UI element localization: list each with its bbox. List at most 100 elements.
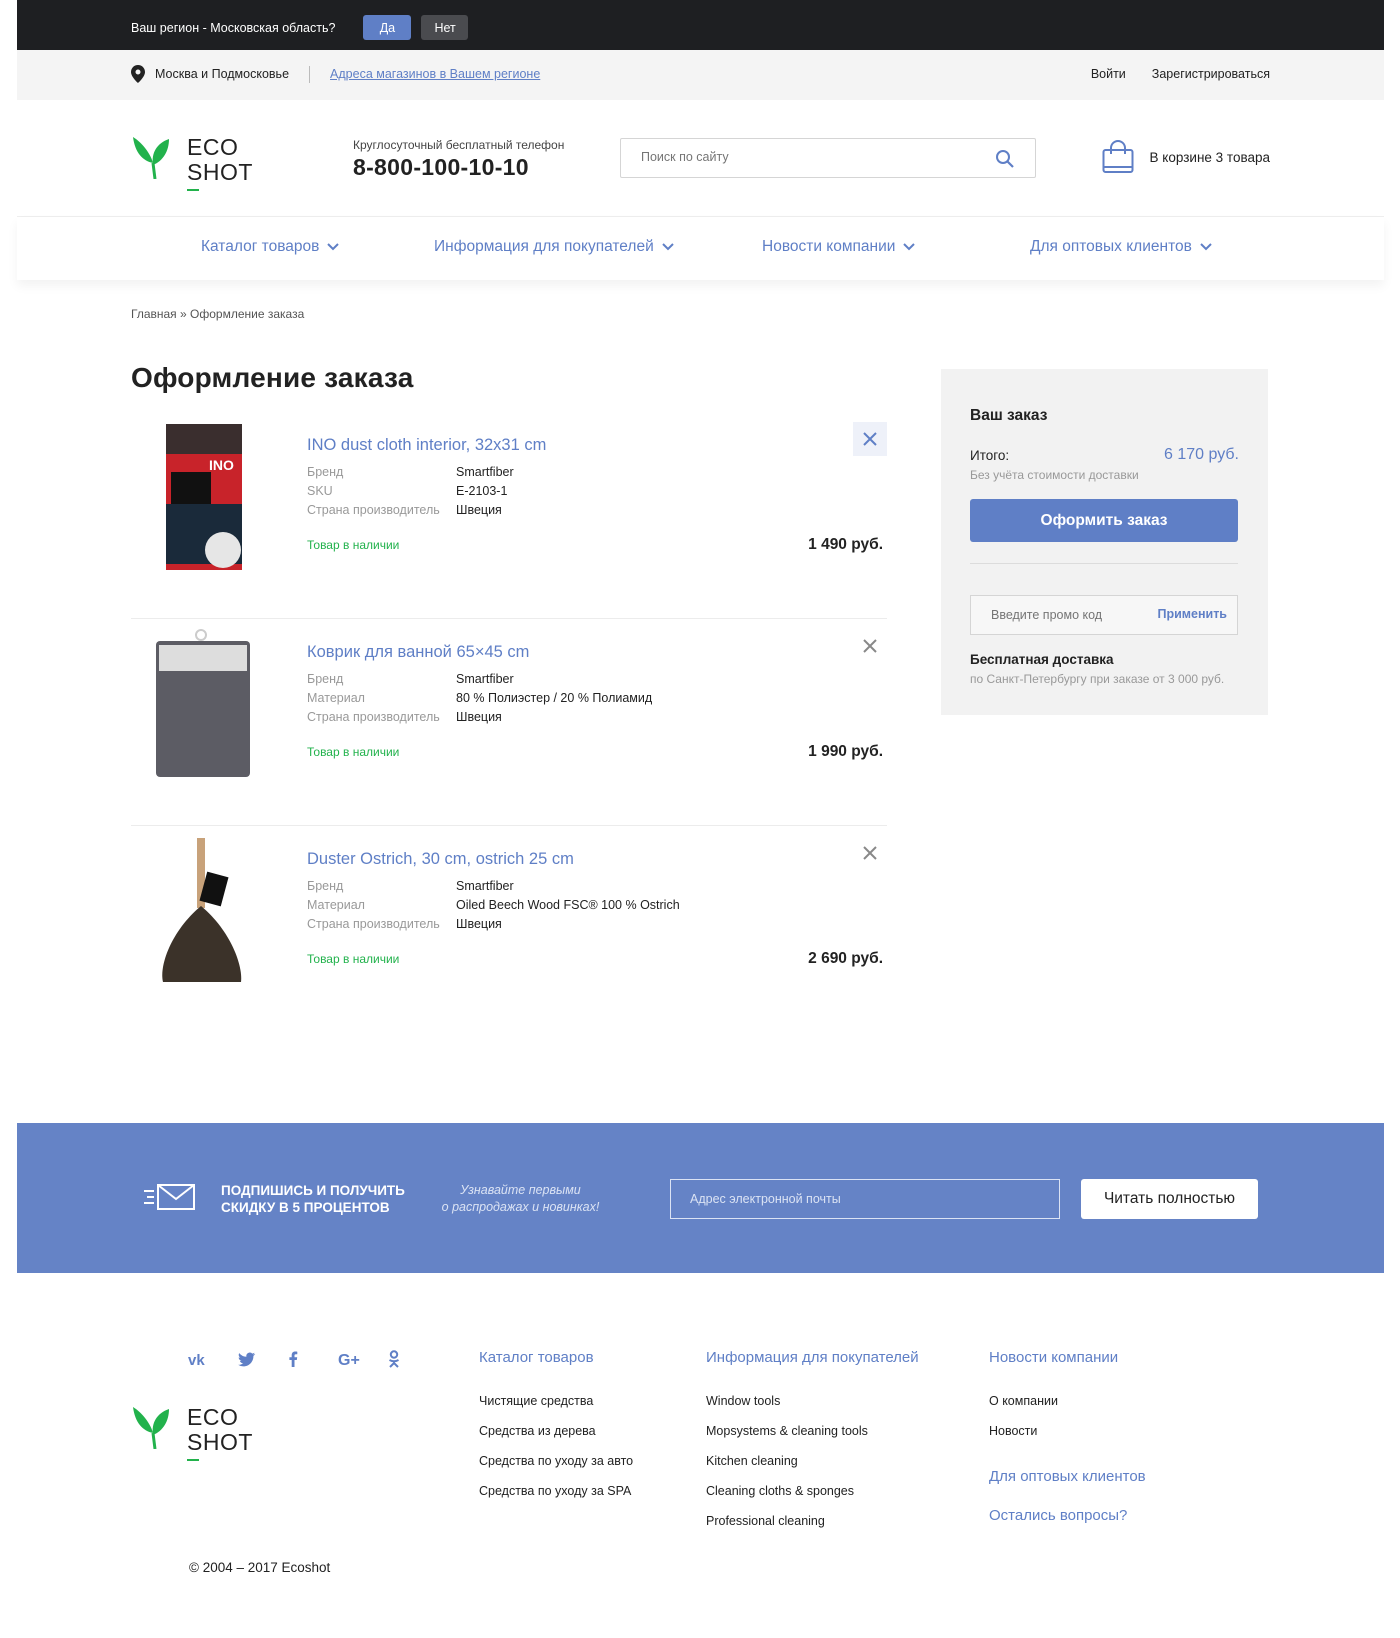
close-icon[interactable] bbox=[863, 432, 877, 446]
footer-catalog-column: Каталог товаров Чистящие средства Средст… bbox=[479, 1349, 633, 1506]
remove-item-button[interactable] bbox=[853, 629, 887, 663]
cart-count-label[interactable]: В корзине 3 товара bbox=[1150, 150, 1270, 165]
twitter-icon[interactable] bbox=[238, 1349, 288, 1369]
free-delivery-note: по Санкт-Петербургу при заказе от 3 000 … bbox=[970, 672, 1225, 686]
nav-item-buyers-info[interactable]: Информация для покупателей bbox=[434, 238, 674, 256]
register-link[interactable]: Зарегистрироваться bbox=[1152, 67, 1270, 81]
order-summary: Ваш заказ Итого: 6 170 руб. Без учёта ст… bbox=[941, 369, 1268, 715]
odnoklassniki-icon[interactable] bbox=[388, 1349, 438, 1369]
cart-item: Duster Ostrich, 30 cm, ostrich 25 cm Бре… bbox=[131, 826, 887, 1033]
footer-logo[interactable]: ECO SHOT bbox=[131, 1404, 253, 1461]
footer-link[interactable]: Cleaning cloths & sponges bbox=[706, 1476, 919, 1506]
copyright: © 2004 – 2017 Ecoshot bbox=[189, 1560, 331, 1575]
mail-icon bbox=[144, 1184, 195, 1210]
location-pin-icon bbox=[131, 65, 145, 83]
subscribe-subtext: Узнавайте первыми о распродажах и новинк… bbox=[441, 1183, 600, 1214]
close-icon[interactable] bbox=[863, 846, 877, 860]
nav-item-catalog[interactable]: Каталог товаров bbox=[201, 238, 340, 256]
facebook-icon[interactable] bbox=[288, 1349, 338, 1369]
product-image[interactable] bbox=[131, 836, 274, 986]
svg-text:G+: G+ bbox=[338, 1352, 360, 1367]
subscribe-button[interactable]: Читать полностью bbox=[1081, 1179, 1258, 1219]
region-no-button[interactable]: Нет bbox=[421, 15, 469, 40]
remove-item-button[interactable] bbox=[853, 836, 887, 870]
search-icon[interactable] bbox=[995, 149, 1015, 169]
footer-link[interactable]: Средства по уходу за авто bbox=[479, 1446, 633, 1476]
footer-link[interactable]: Professional cleaning bbox=[706, 1506, 919, 1536]
promo-code-input[interactable] bbox=[991, 608, 1141, 622]
product-name-link[interactable]: Duster Ostrich, 30 cm, ostrich 25 cm bbox=[307, 850, 574, 869]
footer-link[interactable]: Новости bbox=[989, 1416, 1146, 1446]
stores-link[interactable]: Адреса магазинов в Вашем регионе bbox=[330, 67, 540, 81]
product-price: 2 690 руб. bbox=[808, 950, 883, 967]
footer-link[interactable]: Средства по уходу за SPA bbox=[479, 1476, 633, 1506]
logo-text-eco: ECO bbox=[187, 134, 239, 160]
product-properties: Бренд Smartfiber SKU E-2103-1 Страна произ… bbox=[307, 465, 514, 517]
logo[interactable]: ECO SHOT bbox=[131, 134, 253, 191]
svg-text:vk: vk bbox=[188, 1352, 205, 1366]
search-input[interactable] bbox=[641, 150, 981, 164]
footer-link[interactable]: Window tools bbox=[706, 1386, 919, 1416]
total-label: Итого: bbox=[970, 448, 1010, 463]
region-bar: Ваш регион - Московская область? Да Нет bbox=[17, 0, 1384, 50]
cart-items: INO INO dust cloth interior, 32x31 cm Бр… bbox=[131, 412, 887, 1033]
close-icon[interactable] bbox=[863, 639, 877, 653]
divider bbox=[970, 563, 1238, 564]
subscribe-banner: Подпишись и получить скидку в 5 проценто… bbox=[17, 1123, 1384, 1273]
google-plus-icon[interactable]: G+ bbox=[338, 1349, 388, 1369]
logo-text-eco: ECO bbox=[187, 1404, 239, 1430]
stock-status: Товар в наличии bbox=[307, 538, 400, 552]
nav-item-wholesale[interactable]: Для оптовых клиентов bbox=[1030, 238, 1212, 256]
footer-heading-wholesale[interactable]: Для оптовых клиентов bbox=[989, 1468, 1146, 1485]
product-image[interactable]: INO bbox=[131, 422, 274, 572]
footer-link[interactable]: Средства из дерева bbox=[479, 1416, 633, 1446]
footer-link[interactable]: Чистящие средства bbox=[479, 1386, 633, 1416]
social-links: vk G+ bbox=[188, 1349, 438, 1369]
city-label[interactable]: Москва и Подмосковье bbox=[155, 67, 289, 81]
divider bbox=[309, 65, 311, 83]
footer-link[interactable]: О компании bbox=[989, 1386, 1146, 1416]
product-price: 1 990 руб. bbox=[808, 743, 883, 760]
location-bar: Москва и Подмосковье Адреса магазинов в … bbox=[17, 50, 1384, 100]
region-question: Ваш регион - Московская область? bbox=[131, 20, 336, 35]
product-name-link[interactable]: Коврик для ванной 65×45 cm bbox=[307, 643, 529, 662]
remove-item-button[interactable] bbox=[853, 422, 887, 456]
stock-status: Товар в наличии bbox=[307, 952, 400, 966]
leaf-logo-icon bbox=[133, 1407, 169, 1449]
total-value: 6 170 руб. bbox=[1164, 446, 1239, 463]
apply-promo-button[interactable]: Применить bbox=[1157, 607, 1227, 621]
product-price: 1 490 руб. bbox=[808, 536, 883, 553]
footer-link[interactable]: Mopsystems & cleaning tools bbox=[706, 1416, 919, 1446]
footer-link[interactable]: Kitchen cleaning bbox=[706, 1446, 919, 1476]
footer-heading[interactable]: Каталог товаров bbox=[479, 1349, 633, 1366]
leaf-logo-icon bbox=[133, 137, 169, 179]
page-title: Оформление заказа bbox=[131, 362, 414, 393]
region-yes-button[interactable]: Да bbox=[363, 15, 412, 40]
cart-item: Коврик для ванной 65×45 cm Бренд Smartfib… bbox=[131, 619, 887, 826]
nav-item-news[interactable]: Новости компании bbox=[762, 238, 916, 256]
footer-heading[interactable]: Новости компании bbox=[989, 1349, 1146, 1366]
product-image[interactable] bbox=[131, 629, 274, 779]
search-box[interactable] bbox=[620, 138, 1036, 178]
footer-heading-questions[interactable]: Остались вопросы? bbox=[989, 1507, 1146, 1524]
promo-code-field[interactable]: Применить bbox=[970, 595, 1238, 635]
cart[interactable]: В корзине 3 товара bbox=[1102, 140, 1270, 174]
chevron-down-icon bbox=[1200, 243, 1212, 251]
footer-info-column: Информация для покупателей Window tools … bbox=[706, 1349, 919, 1536]
svg-text:INO: INO bbox=[209, 457, 234, 473]
free-delivery-title: Бесплатная доставка bbox=[970, 652, 1114, 667]
footer-heading[interactable]: Информация для покупателей bbox=[706, 1349, 919, 1366]
phone-number[interactable]: 8-800-100-10-10 bbox=[353, 154, 564, 181]
login-link[interactable]: Войти bbox=[1091, 67, 1126, 81]
subscribe-heading: Подпишись и получить скидку в 5 проценто… bbox=[221, 1183, 405, 1215]
chevron-down-icon bbox=[327, 243, 340, 251]
shopping-bag-icon[interactable] bbox=[1102, 140, 1134, 174]
place-order-button[interactable]: Оформить заказ bbox=[970, 499, 1238, 542]
vk-icon[interactable]: vk bbox=[188, 1349, 238, 1369]
email-input[interactable] bbox=[690, 1192, 1040, 1206]
logo-text-shot: SHOT bbox=[187, 159, 253, 185]
product-name-link[interactable]: INO dust cloth interior, 32x31 cm bbox=[307, 436, 546, 455]
breadcrumb[interactable]: Главная » Оформление заказа bbox=[131, 307, 304, 321]
stock-status: Товар в наличии bbox=[307, 745, 400, 759]
email-field[interactable] bbox=[670, 1179, 1060, 1219]
